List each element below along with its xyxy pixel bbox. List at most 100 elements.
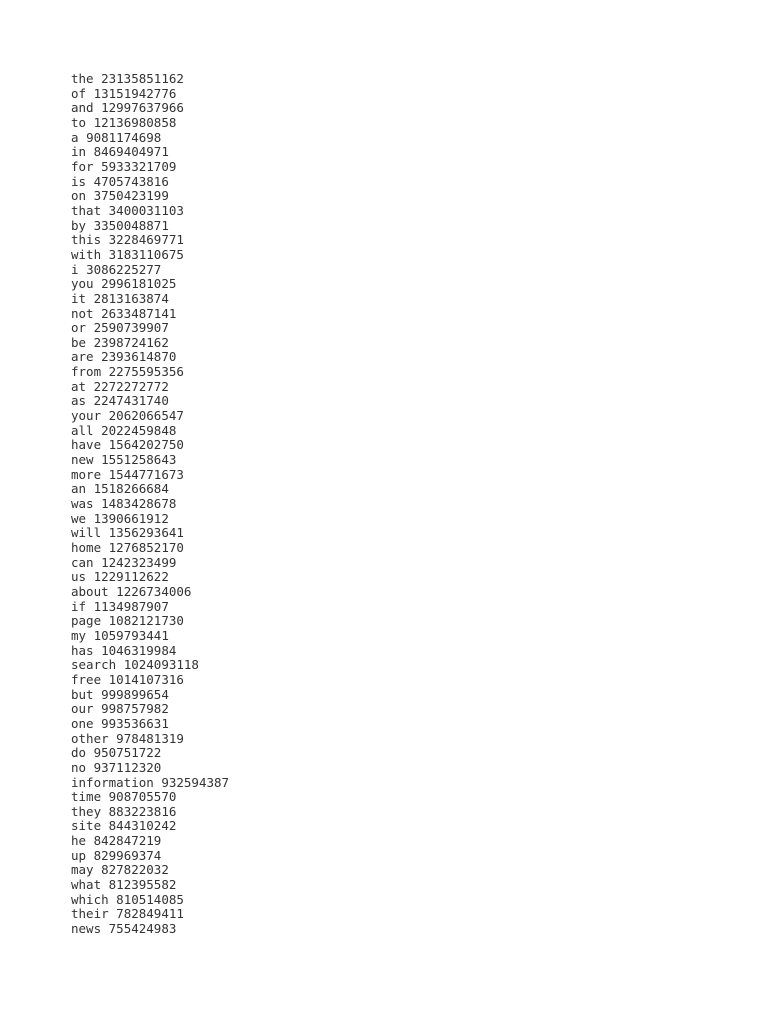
word-count-value: 998757982 (101, 701, 169, 717)
word-count-value: 937112320 (93, 759, 162, 775)
word-label: my (71, 627, 87, 643)
word-frequency-row: about 1226734006 (71, 584, 229, 600)
word-label: was (71, 496, 94, 512)
word-count-value: 5933321709 (101, 158, 177, 174)
word-count-value: 3228469771 (108, 232, 184, 248)
word-label: has (71, 642, 94, 658)
word-frequency-row: your 2062066547 (71, 408, 229, 424)
word-frequency-row: time 908705570 (71, 789, 229, 805)
word-label: at (71, 378, 87, 394)
word-count-value: 3350048871 (93, 217, 169, 233)
word-label: free (71, 671, 102, 687)
word-label: are (71, 349, 94, 365)
word-count-separator (94, 643, 102, 658)
word-count-separator (101, 467, 109, 482)
word-count-separator (86, 144, 94, 159)
word-frequency-row: are 2393614870 (71, 350, 229, 365)
word-label: or (71, 320, 87, 336)
word-count-separator (86, 833, 94, 848)
word-frequency-row: is 4705743816 (71, 173, 229, 190)
word-frequency-row: in 8469404971 (71, 144, 229, 160)
word-frequency-row: search 1024093118 (71, 657, 229, 673)
word-frequency-row: they 883223816 (71, 804, 229, 820)
word-frequency-row: i 3086225277 (71, 262, 229, 278)
word-count-separator (94, 555, 102, 570)
word-label: of (71, 85, 87, 101)
word-frequency-row: a 9081174698 (71, 129, 229, 146)
word-count-value: 993536631 (101, 715, 169, 731)
word-frequency-row: all 2022459848 (71, 422, 229, 439)
word-count-value: 3750423199 (93, 188, 169, 204)
word-frequency-row: no 937112320 (71, 759, 229, 776)
word-count-value: 1014107316 (108, 671, 184, 687)
word-count-separator (86, 379, 94, 394)
word-label: by (71, 217, 87, 233)
word-label: an (71, 481, 87, 497)
word-frequency-row: this 3228469771 (71, 232, 229, 248)
word-count-value: 9081174698 (86, 129, 162, 145)
word-count-separator (101, 818, 109, 833)
word-frequency-row: you 2996181025 (71, 276, 229, 292)
word-count-separator (79, 130, 87, 145)
word-count-separator (86, 745, 94, 760)
word-count-separator (94, 306, 102, 321)
word-frequency-row: more 1544771673 (71, 466, 229, 483)
word-frequency-row: us 1229112622 (71, 569, 229, 585)
word-count-value: 755424983 (108, 921, 177, 937)
word-label: as (71, 393, 87, 409)
word-label: more (71, 466, 102, 482)
word-frequency-row: be 2398724162 (71, 334, 229, 351)
word-count-separator (101, 203, 109, 218)
word-count-value: 908705570 (108, 789, 177, 805)
word-label: he (71, 833, 87, 849)
word-count-separator (94, 100, 102, 115)
word-count-value: 2590739907 (93, 320, 169, 336)
word-count-separator (86, 86, 94, 101)
word-count-separator (101, 232, 109, 247)
word-count-value: 2398724162 (93, 334, 169, 350)
word-count-value: 1356293641 (108, 525, 184, 541)
word-frequency-row: their 782849411 (71, 907, 229, 922)
word-frequency-row: the 23135851162 (71, 71, 229, 87)
word-count-separator (86, 569, 94, 584)
word-count-value: 1518266684 (93, 481, 169, 497)
word-label: and (71, 100, 94, 116)
word-frequency-row: and 12997637966 (71, 100, 229, 116)
word-frequency-row: it 2813163874 (71, 290, 229, 307)
word-count-separator (94, 452, 102, 467)
word-count-value: 1046319984 (101, 642, 177, 658)
word-label: all (71, 422, 94, 438)
word-count-separator (94, 349, 102, 364)
word-label: will (71, 525, 102, 541)
word-count-separator (86, 848, 94, 863)
word-count-separator (94, 496, 102, 511)
word-label: our (71, 701, 94, 717)
word-frequency-row: page 1082121730 (71, 613, 229, 629)
word-frequency-row: other 978481319 (71, 731, 229, 747)
word-frequency-list: the 23135851162 of 13151942776 and 1299763… (71, 71, 230, 937)
word-count-value: 1551258643 (101, 452, 177, 468)
word-count-separator (86, 393, 94, 408)
word-count-separator (101, 247, 109, 262)
word-count-separator (116, 657, 124, 672)
word-count-value: 932594387 (161, 774, 230, 790)
word-count-value: 2813163874 (93, 290, 169, 306)
word-frequency-row: has 1046319984 (71, 642, 229, 659)
word-count-value: 1082121730 (108, 613, 184, 629)
word-label: is (71, 173, 87, 189)
word-frequency-row: with 3183110675 (71, 247, 229, 263)
word-frequency-row: free 1014107316 (71, 671, 229, 688)
word-label: home (71, 540, 102, 555)
word-frequency-row: new 1551258643 (71, 452, 229, 468)
word-count-value: 812395582 (108, 877, 177, 893)
word-count-separator (101, 672, 109, 687)
word-count-value: 842847219 (93, 833, 162, 849)
word-label: this (71, 232, 102, 248)
word-count-value: 2633487141 (101, 305, 177, 321)
word-frequency-row: up 829969374 (71, 848, 229, 864)
word-count-separator (79, 262, 87, 277)
word-count-value: 2996181025 (101, 276, 177, 292)
word-frequency-row: by 3350048871 (71, 217, 229, 234)
word-label: from (71, 364, 102, 380)
word-count-separator (94, 687, 102, 702)
